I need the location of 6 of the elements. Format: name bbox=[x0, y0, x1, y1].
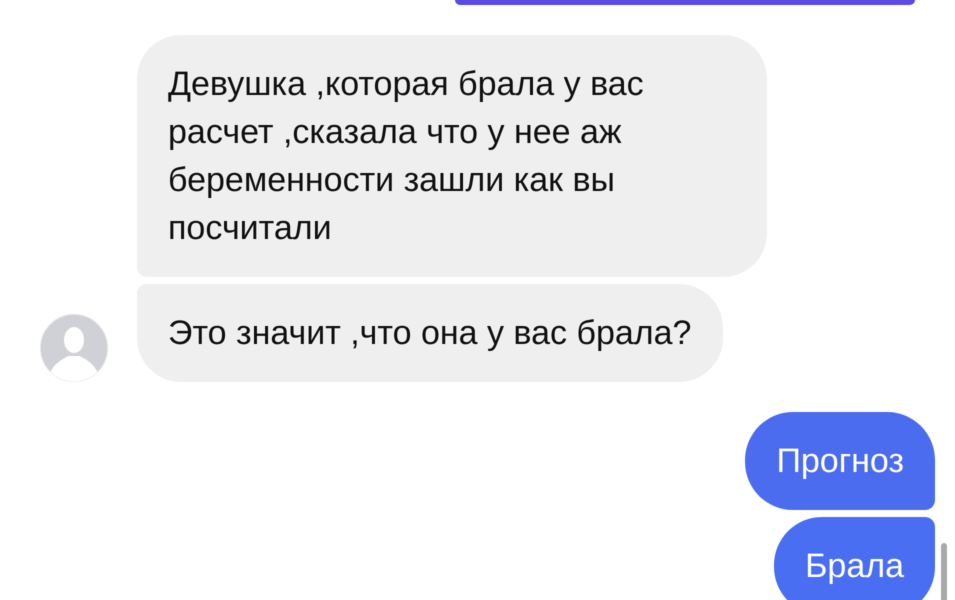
message-bubble: Девушка ,которая брала у вас расчет ,сказала что у нее аж беременности зашли как вы посчитали bbox=[137, 35, 767, 277]
message-bubble: Это значит ,что она у вас брала? bbox=[137, 284, 724, 382]
scrollbar[interactable] bbox=[941, 543, 947, 600]
avatar-icon bbox=[40, 314, 108, 382]
message-bubble: Брала bbox=[774, 517, 935, 600]
message-bubble: Прогноз bbox=[745, 412, 935, 510]
